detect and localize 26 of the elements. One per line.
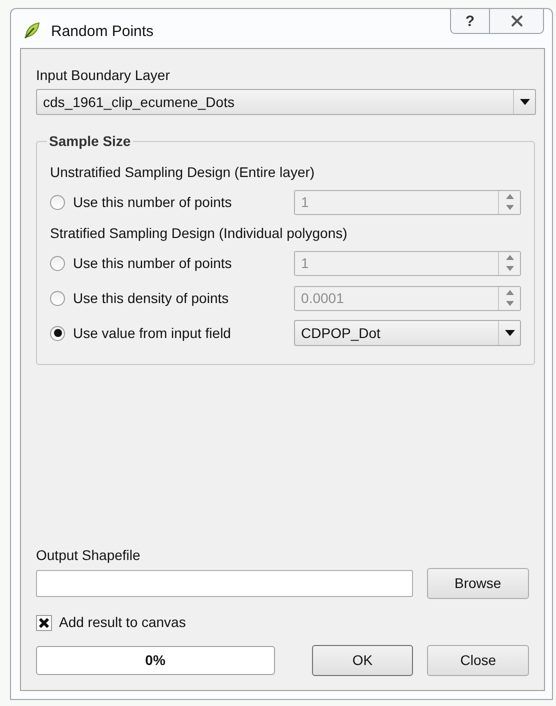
checkbox[interactable] (36, 614, 52, 630)
checkbox-label: Add result to canvas (59, 613, 186, 632)
radio-label: Use this number of points (73, 192, 233, 212)
section-label: Stratified Sampling Design (Individual polygons) (50, 224, 348, 241)
window-title: Random Points (51, 22, 154, 42)
ok-button[interactable]: OK (312, 645, 414, 676)
help-button[interactable]: ? (450, 8, 490, 34)
close-dialog-button[interactable]: Close (427, 645, 530, 676)
caret-icon (504, 330, 514, 336)
output-field[interactable] (36, 570, 413, 597)
output-label: Output Shapefile (36, 546, 140, 563)
radio-label: Use this number of points (73, 254, 233, 273)
close-icon (510, 15, 522, 27)
progress-text: 0% (145, 651, 166, 670)
radio-label: Use value from input field (73, 324, 232, 343)
leaf-icon (23, 21, 41, 39)
dropdown[interactable]: CDPOP_Dot (294, 320, 521, 346)
radio-label: Use this density of points (73, 288, 230, 308)
caret-icon (520, 99, 530, 105)
dropdown[interactable]: cds_1961_clip_ecumene_Dots (36, 89, 536, 115)
section-label: Unstratified Sampling Design (Entire layer) (50, 163, 315, 180)
browse-button[interactable]: Browse (426, 568, 529, 599)
radio-button[interactable] (50, 326, 65, 340)
cross-icon (38, 616, 50, 628)
close-button[interactable] (490, 8, 544, 34)
layer-label: Input Boundary Layer (36, 66, 170, 83)
